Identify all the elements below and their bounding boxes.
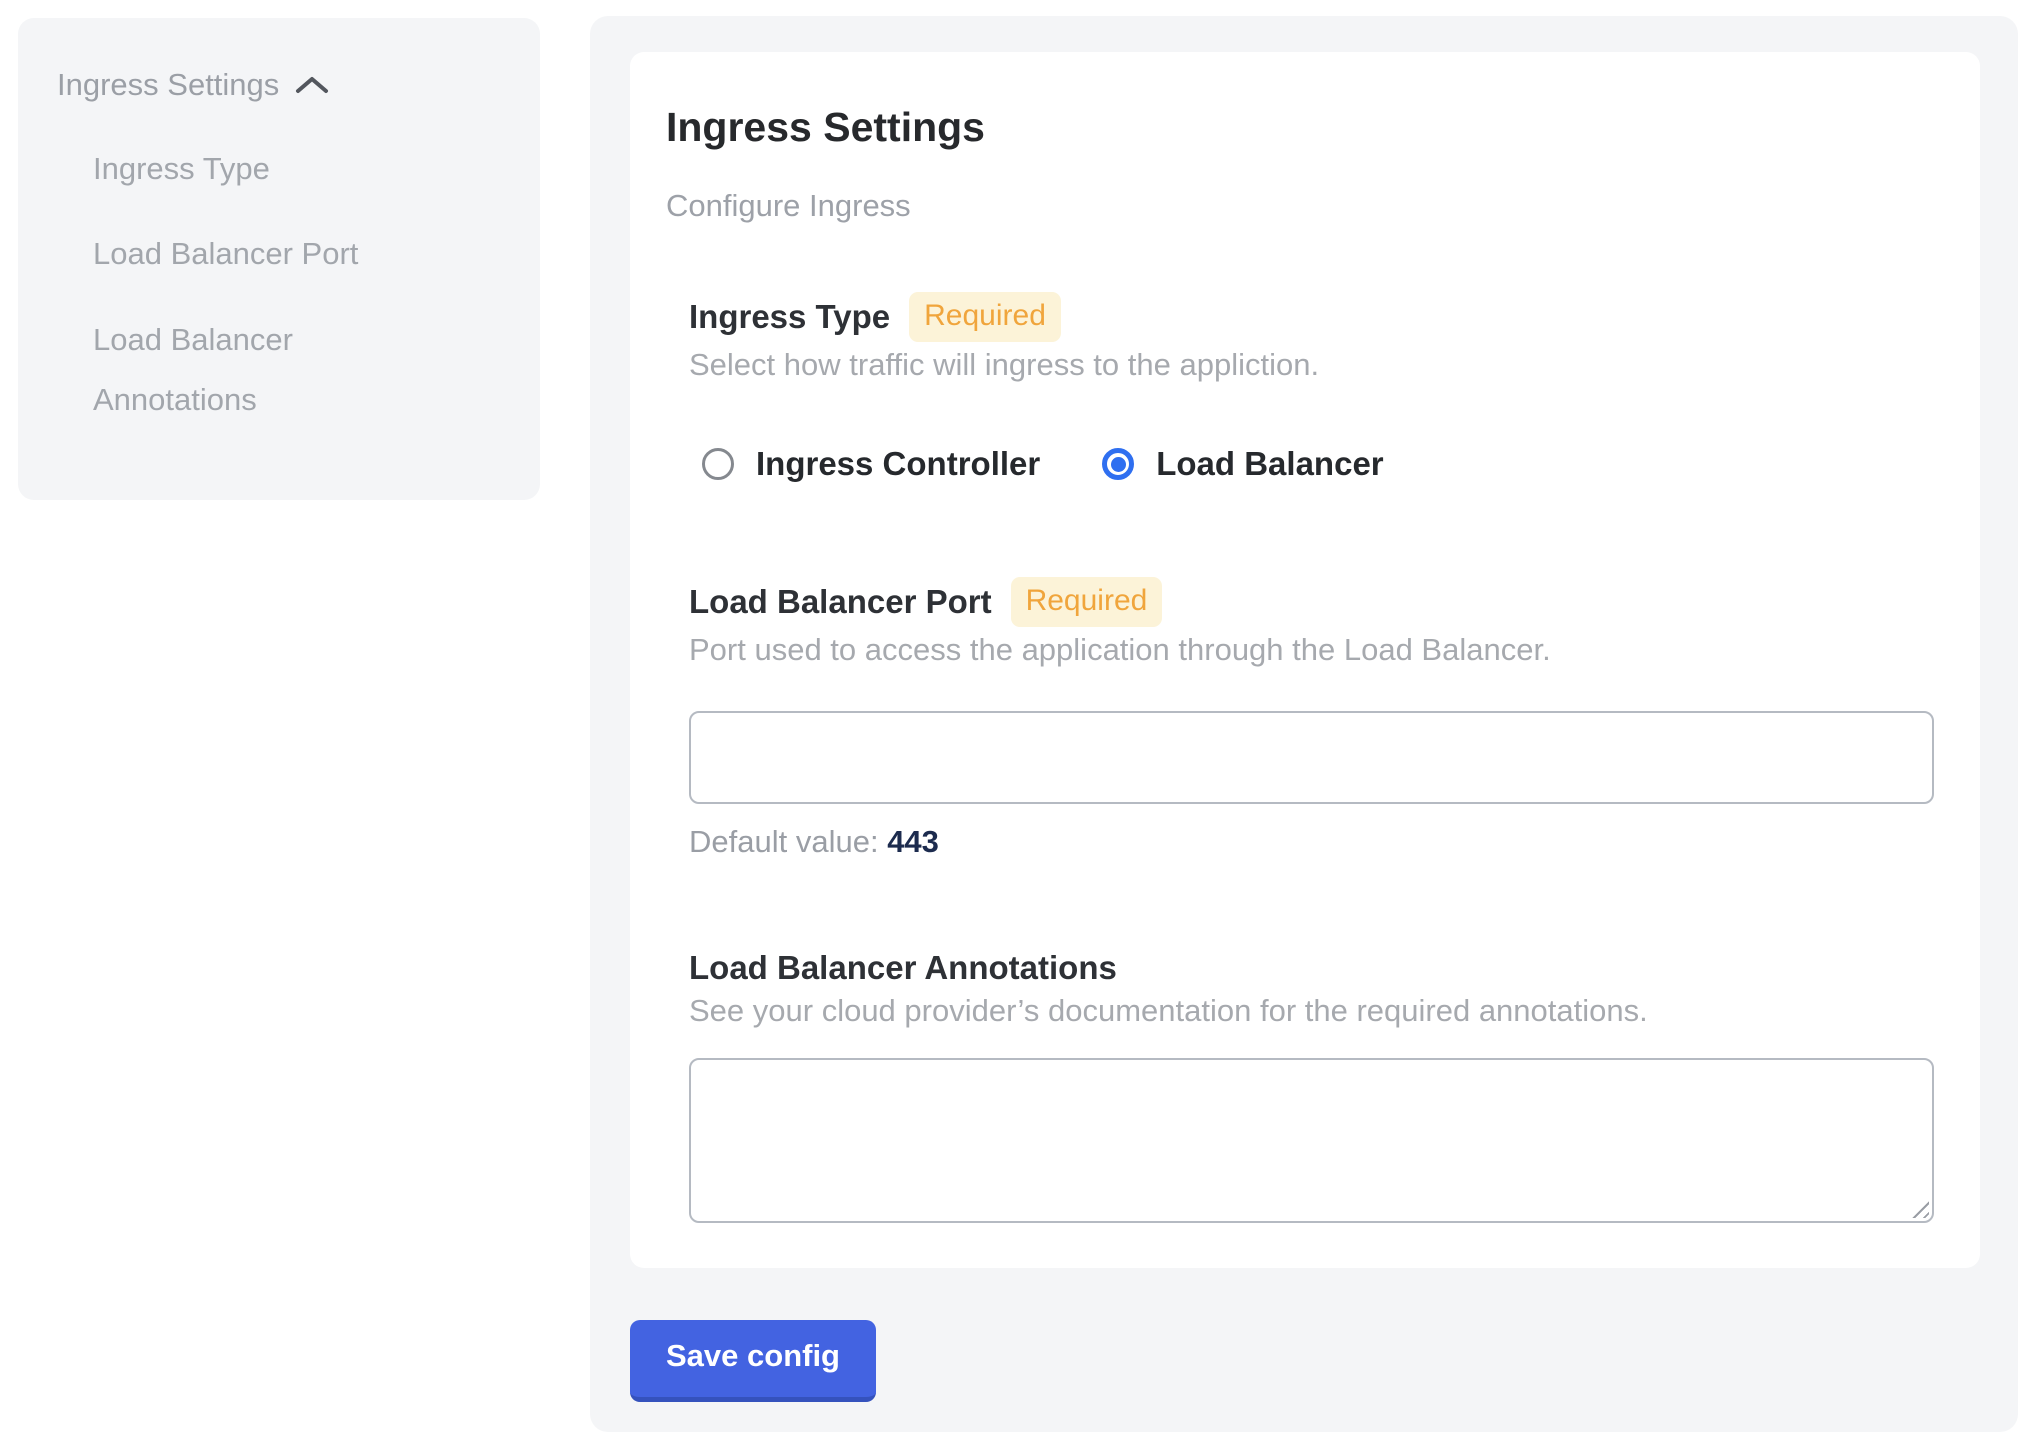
section-load-balancer-port: Load Balancer Port Required Port used to… [689,577,1930,860]
sidebar-item-load-balancer-port[interactable]: Load Balancer Port [93,234,403,274]
section-ingress-type: Ingress Type Required Select how traffic… [689,292,1930,486]
sidebar-item-load-balancer-annotations[interactable]: Load Balancer Annotations [93,310,403,430]
radio-option-load-balancer[interactable]: Load Balancer [1102,445,1383,483]
ingress-type-heading: Ingress Type [689,297,890,337]
radio-label: Load Balancer [1156,445,1383,483]
sidebar-item-ingress-type[interactable]: Ingress Type [93,149,403,189]
default-value-row: Default value: 443 [689,824,1930,860]
load-balancer-annotations-heading: Load Balancer Annotations [689,948,1117,988]
ingress-type-radio-group: Ingress Controller Load Balancer [702,442,1930,486]
sidebar-section-title: Ingress Settings [57,65,279,105]
load-balancer-port-heading: Load Balancer Port [689,582,992,622]
load-balancer-annotations-textarea[interactable] [689,1058,1934,1223]
load-balancer-port-description: Port used to access the application thro… [689,632,1930,668]
radio-selected-icon[interactable] [1102,448,1134,480]
load-balancer-port-input[interactable] [689,711,1934,804]
settings-sidebar: Ingress Settings Ingress Type Load Balan… [18,18,540,500]
load-balancer-annotations-description: See your cloud provider’s documentation … [689,993,1930,1029]
radio-label: Ingress Controller [756,445,1040,483]
sidebar-section-toggle[interactable]: Ingress Settings [57,65,510,105]
required-badge: Required [909,292,1061,342]
ingress-settings-card: Ingress Settings Configure Ingress Ingre… [630,52,1980,1268]
radio-dot [1111,457,1126,472]
page-subtitle: Configure Ingress [666,187,1930,225]
default-value-label: Default value: [689,824,879,859]
radio-unselected-icon[interactable] [702,448,734,480]
ingress-type-description: Select how traffic will ingress to the a… [689,347,1930,383]
ingress-settings-panel: Ingress Settings Configure Ingress Ingre… [590,16,2018,1432]
save-config-button[interactable]: Save config [630,1320,876,1402]
annotations-textarea-wrap [689,1058,1934,1223]
radio-option-ingress-controller[interactable]: Ingress Controller [702,445,1040,483]
required-badge: Required [1011,577,1163,627]
chevron-up-icon [295,75,329,95]
default-value: 443 [887,824,939,859]
section-load-balancer-annotations: Load Balancer Annotations See your cloud… [689,948,1930,1223]
page-title: Ingress Settings [666,102,1930,152]
